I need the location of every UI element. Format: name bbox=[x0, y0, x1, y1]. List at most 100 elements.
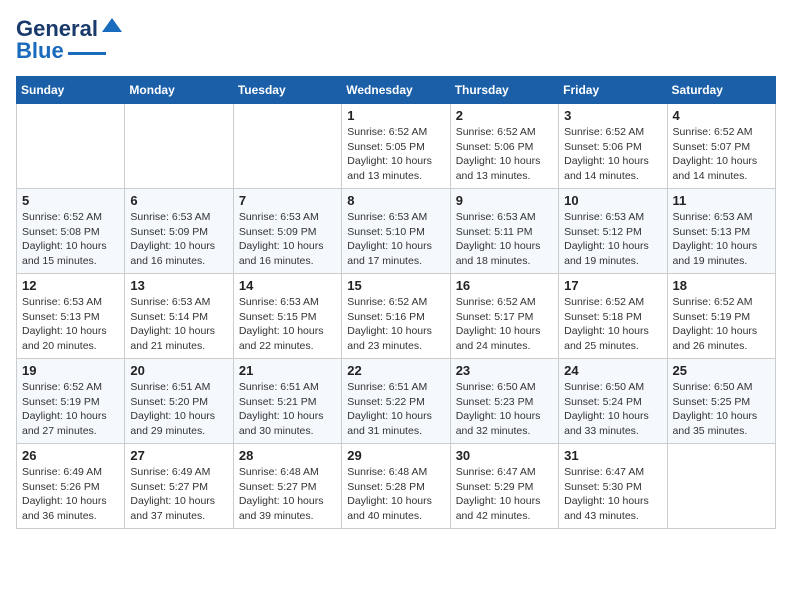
day-info: Sunrise: 6:53 AM Sunset: 5:09 PM Dayligh… bbox=[239, 210, 336, 269]
calendar-cell: 11 Sunrise: 6:53 AM Sunset: 5:13 PM Dayli… bbox=[667, 189, 775, 274]
calendar-cell: 10 Sunrise: 6:53 AM Sunset: 5:12 PM Dayli… bbox=[559, 189, 667, 274]
day-number: 14 bbox=[239, 278, 336, 293]
calendar-cell: 31Sunrise: 6:47 AM Sunset: 5:30 PM Dayli… bbox=[559, 444, 667, 529]
day-number: 18 bbox=[673, 278, 770, 293]
day-number: 3 bbox=[564, 108, 661, 123]
calendar-table: SundayMondayTuesdayWednesdayThursdayFrid… bbox=[16, 76, 776, 529]
day-number: 16 bbox=[456, 278, 553, 293]
calendar-cell: 15 Sunrise: 6:52 AM Sunset: 5:16 PM Dayli… bbox=[342, 274, 450, 359]
weekday-header-row: SundayMondayTuesdayWednesdayThursdayFrid… bbox=[17, 77, 776, 104]
calendar-week-1: 1Sunrise: 6:52 AM Sunset: 5:05 PM Daylig… bbox=[17, 104, 776, 189]
calendar-cell: 8 Sunrise: 6:53 AM Sunset: 5:10 PM Daylig… bbox=[342, 189, 450, 274]
day-number: 4 bbox=[673, 108, 770, 123]
day-info: Sunrise: 6:52 AM Sunset: 5:08 PM Dayligh… bbox=[22, 210, 119, 269]
weekday-header-thursday: Thursday bbox=[450, 77, 558, 104]
calendar-cell: 12 Sunrise: 6:53 AM Sunset: 5:13 PM Dayli… bbox=[17, 274, 125, 359]
day-info: Sunrise: 6:47 AM Sunset: 5:29 PM Dayligh… bbox=[456, 465, 553, 524]
day-number: 10 bbox=[564, 193, 661, 208]
day-number: 15 bbox=[347, 278, 444, 293]
calendar-cell: 20 Sunrise: 6:51 AM Sunset: 5:20 PM Dayli… bbox=[125, 359, 233, 444]
day-number: 8 bbox=[347, 193, 444, 208]
day-number: 30 bbox=[456, 448, 553, 463]
day-info: Sunrise: 6:53 AM Sunset: 5:12 PM Dayligh… bbox=[564, 210, 661, 269]
calendar-cell: 18 Sunrise: 6:52 AM Sunset: 5:19 PM Dayli… bbox=[667, 274, 775, 359]
day-number: 29 bbox=[347, 448, 444, 463]
weekday-header-saturday: Saturday bbox=[667, 77, 775, 104]
day-info: Sunrise: 6:52 AM Sunset: 5:07 PM Dayligh… bbox=[673, 125, 770, 184]
page-header: General Blue bbox=[16, 16, 776, 64]
day-info: Sunrise: 6:51 AM Sunset: 5:21 PM Dayligh… bbox=[239, 380, 336, 439]
day-number: 1 bbox=[347, 108, 444, 123]
calendar-week-5: 26 Sunrise: 6:49 AM Sunset: 5:26 PM Dayli… bbox=[17, 444, 776, 529]
logo: General Blue bbox=[16, 16, 122, 64]
day-number: 20 bbox=[130, 363, 227, 378]
day-number: 28 bbox=[239, 448, 336, 463]
weekday-header-monday: Monday bbox=[125, 77, 233, 104]
day-number: 9 bbox=[456, 193, 553, 208]
day-info: Sunrise: 6:52 AM Sunset: 5:16 PM Dayligh… bbox=[347, 295, 444, 354]
calendar-cell: 24 Sunrise: 6:50 AM Sunset: 5:24 PM Dayli… bbox=[559, 359, 667, 444]
day-info: Sunrise: 6:51 AM Sunset: 5:20 PM Dayligh… bbox=[130, 380, 227, 439]
day-number: 2 bbox=[456, 108, 553, 123]
calendar-cell: 14 Sunrise: 6:53 AM Sunset: 5:15 PM Dayli… bbox=[233, 274, 341, 359]
weekday-header-tuesday: Tuesday bbox=[233, 77, 341, 104]
day-info: Sunrise: 6:50 AM Sunset: 5:24 PM Dayligh… bbox=[564, 380, 661, 439]
day-number: 21 bbox=[239, 363, 336, 378]
day-info: Sunrise: 6:48 AM Sunset: 5:27 PM Dayligh… bbox=[239, 465, 336, 524]
day-info: Sunrise: 6:53 AM Sunset: 5:10 PM Dayligh… bbox=[347, 210, 444, 269]
logo-blue: Blue bbox=[16, 38, 64, 64]
day-info: Sunrise: 6:52 AM Sunset: 5:19 PM Dayligh… bbox=[22, 380, 119, 439]
calendar-cell: 4 Sunrise: 6:52 AM Sunset: 5:07 PM Daylig… bbox=[667, 104, 775, 189]
calendar-cell bbox=[667, 444, 775, 529]
day-info: Sunrise: 6:51 AM Sunset: 5:22 PM Dayligh… bbox=[347, 380, 444, 439]
day-info: Sunrise: 6:52 AM Sunset: 5:18 PM Dayligh… bbox=[564, 295, 661, 354]
day-info: Sunrise: 6:49 AM Sunset: 5:27 PM Dayligh… bbox=[130, 465, 227, 524]
calendar-cell: 22 Sunrise: 6:51 AM Sunset: 5:22 PM Dayli… bbox=[342, 359, 450, 444]
calendar-cell bbox=[233, 104, 341, 189]
day-number: 17 bbox=[564, 278, 661, 293]
day-number: 27 bbox=[130, 448, 227, 463]
day-info: Sunrise: 6:53 AM Sunset: 5:13 PM Dayligh… bbox=[673, 210, 770, 269]
calendar-week-4: 19 Sunrise: 6:52 AM Sunset: 5:19 PM Dayli… bbox=[17, 359, 776, 444]
day-number: 19 bbox=[22, 363, 119, 378]
day-number: 23 bbox=[456, 363, 553, 378]
calendar-cell: 27 Sunrise: 6:49 AM Sunset: 5:27 PM Dayli… bbox=[125, 444, 233, 529]
day-number: 22 bbox=[347, 363, 444, 378]
day-info: Sunrise: 6:49 AM Sunset: 5:26 PM Dayligh… bbox=[22, 465, 119, 524]
day-info: Sunrise: 6:53 AM Sunset: 5:13 PM Dayligh… bbox=[22, 295, 119, 354]
day-info: Sunrise: 6:48 AM Sunset: 5:28 PM Dayligh… bbox=[347, 465, 444, 524]
day-number: 13 bbox=[130, 278, 227, 293]
calendar-cell: 3 Sunrise: 6:52 AM Sunset: 5:06 PM Daylig… bbox=[559, 104, 667, 189]
day-info: Sunrise: 6:50 AM Sunset: 5:25 PM Dayligh… bbox=[673, 380, 770, 439]
weekday-header-sunday: Sunday bbox=[17, 77, 125, 104]
day-info: Sunrise: 6:52 AM Sunset: 5:06 PM Dayligh… bbox=[456, 125, 553, 184]
calendar-cell: 7Sunrise: 6:53 AM Sunset: 5:09 PM Daylig… bbox=[233, 189, 341, 274]
day-number: 26 bbox=[22, 448, 119, 463]
day-info: Sunrise: 6:53 AM Sunset: 5:15 PM Dayligh… bbox=[239, 295, 336, 354]
day-info: Sunrise: 6:53 AM Sunset: 5:14 PM Dayligh… bbox=[130, 295, 227, 354]
calendar-cell: 25Sunrise: 6:50 AM Sunset: 5:25 PM Dayli… bbox=[667, 359, 775, 444]
calendar-cell: 13 Sunrise: 6:53 AM Sunset: 5:14 PM Dayli… bbox=[125, 274, 233, 359]
calendar-cell: 5 Sunrise: 6:52 AM Sunset: 5:08 PM Daylig… bbox=[17, 189, 125, 274]
calendar-cell: 1Sunrise: 6:52 AM Sunset: 5:05 PM Daylig… bbox=[342, 104, 450, 189]
day-number: 11 bbox=[673, 193, 770, 208]
day-info: Sunrise: 6:52 AM Sunset: 5:06 PM Dayligh… bbox=[564, 125, 661, 184]
calendar-cell bbox=[17, 104, 125, 189]
calendar-cell: 19 Sunrise: 6:52 AM Sunset: 5:19 PM Dayli… bbox=[17, 359, 125, 444]
calendar-cell: 9Sunrise: 6:53 AM Sunset: 5:11 PM Daylig… bbox=[450, 189, 558, 274]
calendar-cell: 16 Sunrise: 6:52 AM Sunset: 5:17 PM Dayli… bbox=[450, 274, 558, 359]
calendar-cell: 29 Sunrise: 6:48 AM Sunset: 5:28 PM Dayli… bbox=[342, 444, 450, 529]
calendar-cell: 23Sunrise: 6:50 AM Sunset: 5:23 PM Dayli… bbox=[450, 359, 558, 444]
day-number: 12 bbox=[22, 278, 119, 293]
day-info: Sunrise: 6:52 AM Sunset: 5:17 PM Dayligh… bbox=[456, 295, 553, 354]
day-number: 5 bbox=[22, 193, 119, 208]
day-number: 24 bbox=[564, 363, 661, 378]
calendar-cell bbox=[125, 104, 233, 189]
day-number: 31 bbox=[564, 448, 661, 463]
calendar-cell: 6Sunrise: 6:53 AM Sunset: 5:09 PM Daylig… bbox=[125, 189, 233, 274]
day-info: Sunrise: 6:52 AM Sunset: 5:19 PM Dayligh… bbox=[673, 295, 770, 354]
weekday-header-wednesday: Wednesday bbox=[342, 77, 450, 104]
calendar-cell: 28 Sunrise: 6:48 AM Sunset: 5:27 PM Dayli… bbox=[233, 444, 341, 529]
logo-underline bbox=[68, 52, 106, 55]
calendar-cell: 17 Sunrise: 6:52 AM Sunset: 5:18 PM Dayli… bbox=[559, 274, 667, 359]
